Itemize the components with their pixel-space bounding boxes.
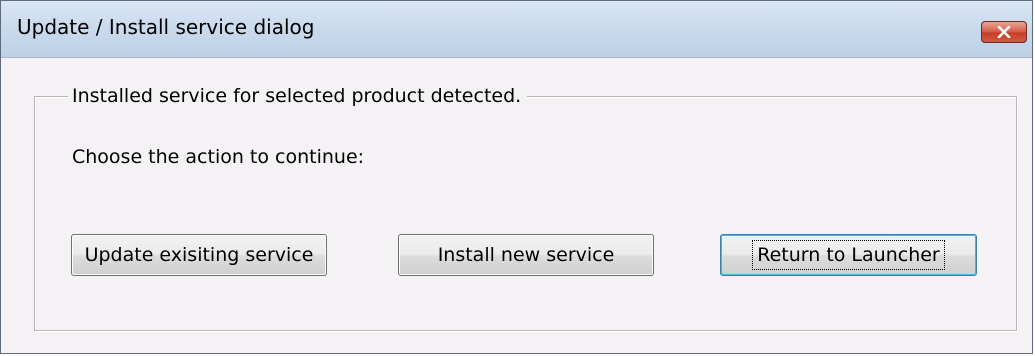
install-new-service-button[interactable]: Install new service — [398, 234, 654, 276]
title-bar[interactable]: Update / Install service dialog — [1, 1, 1032, 58]
groupbox-legend: Installed service for selected product d… — [68, 84, 528, 108]
return-to-launcher-button[interactable]: Return to Launcher — [720, 234, 977, 276]
dialog-title: Update / Install service dialog — [17, 15, 315, 39]
return-to-launcher-label: Return to Launcher — [752, 240, 945, 270]
install-new-service-label: Install new service — [437, 244, 615, 266]
dialog-window: Update / Install service dialog Installe… — [0, 0, 1033, 354]
update-existing-service-label: Update exisiting service — [84, 244, 314, 266]
dialog-client-area: Installed service for selected product d… — [1, 58, 1032, 353]
close-button[interactable] — [981, 21, 1027, 43]
service-groupbox: Installed service for selected product d… — [34, 84, 1017, 331]
close-icon — [997, 26, 1011, 38]
update-existing-service-button[interactable]: Update exisiting service — [71, 234, 327, 276]
instruction-text: Choose the action to continue: — [72, 146, 365, 168]
